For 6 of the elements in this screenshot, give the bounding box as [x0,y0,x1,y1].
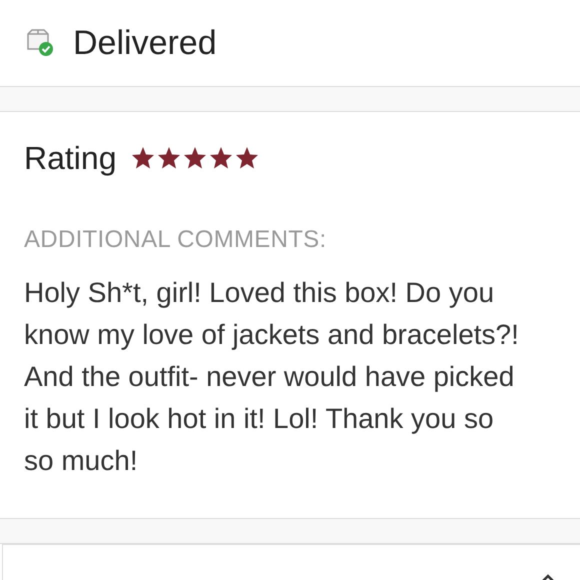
comments-heading: ADDITIONAL COMMENTS: [24,226,328,254]
delivery-status: Delivered [73,24,217,62]
rating-label: Rating [24,140,116,176]
delivered-box-icon [25,29,55,57]
collapsed-panel[interactable] [2,544,580,580]
comment-text: Holy Sh*t, girl! Loved this box! Do you know my love of jackets and bracelets?! And the outfit- never would have picked it but I look hot in it! Lol! Thank you so so much! [24,276,520,478]
